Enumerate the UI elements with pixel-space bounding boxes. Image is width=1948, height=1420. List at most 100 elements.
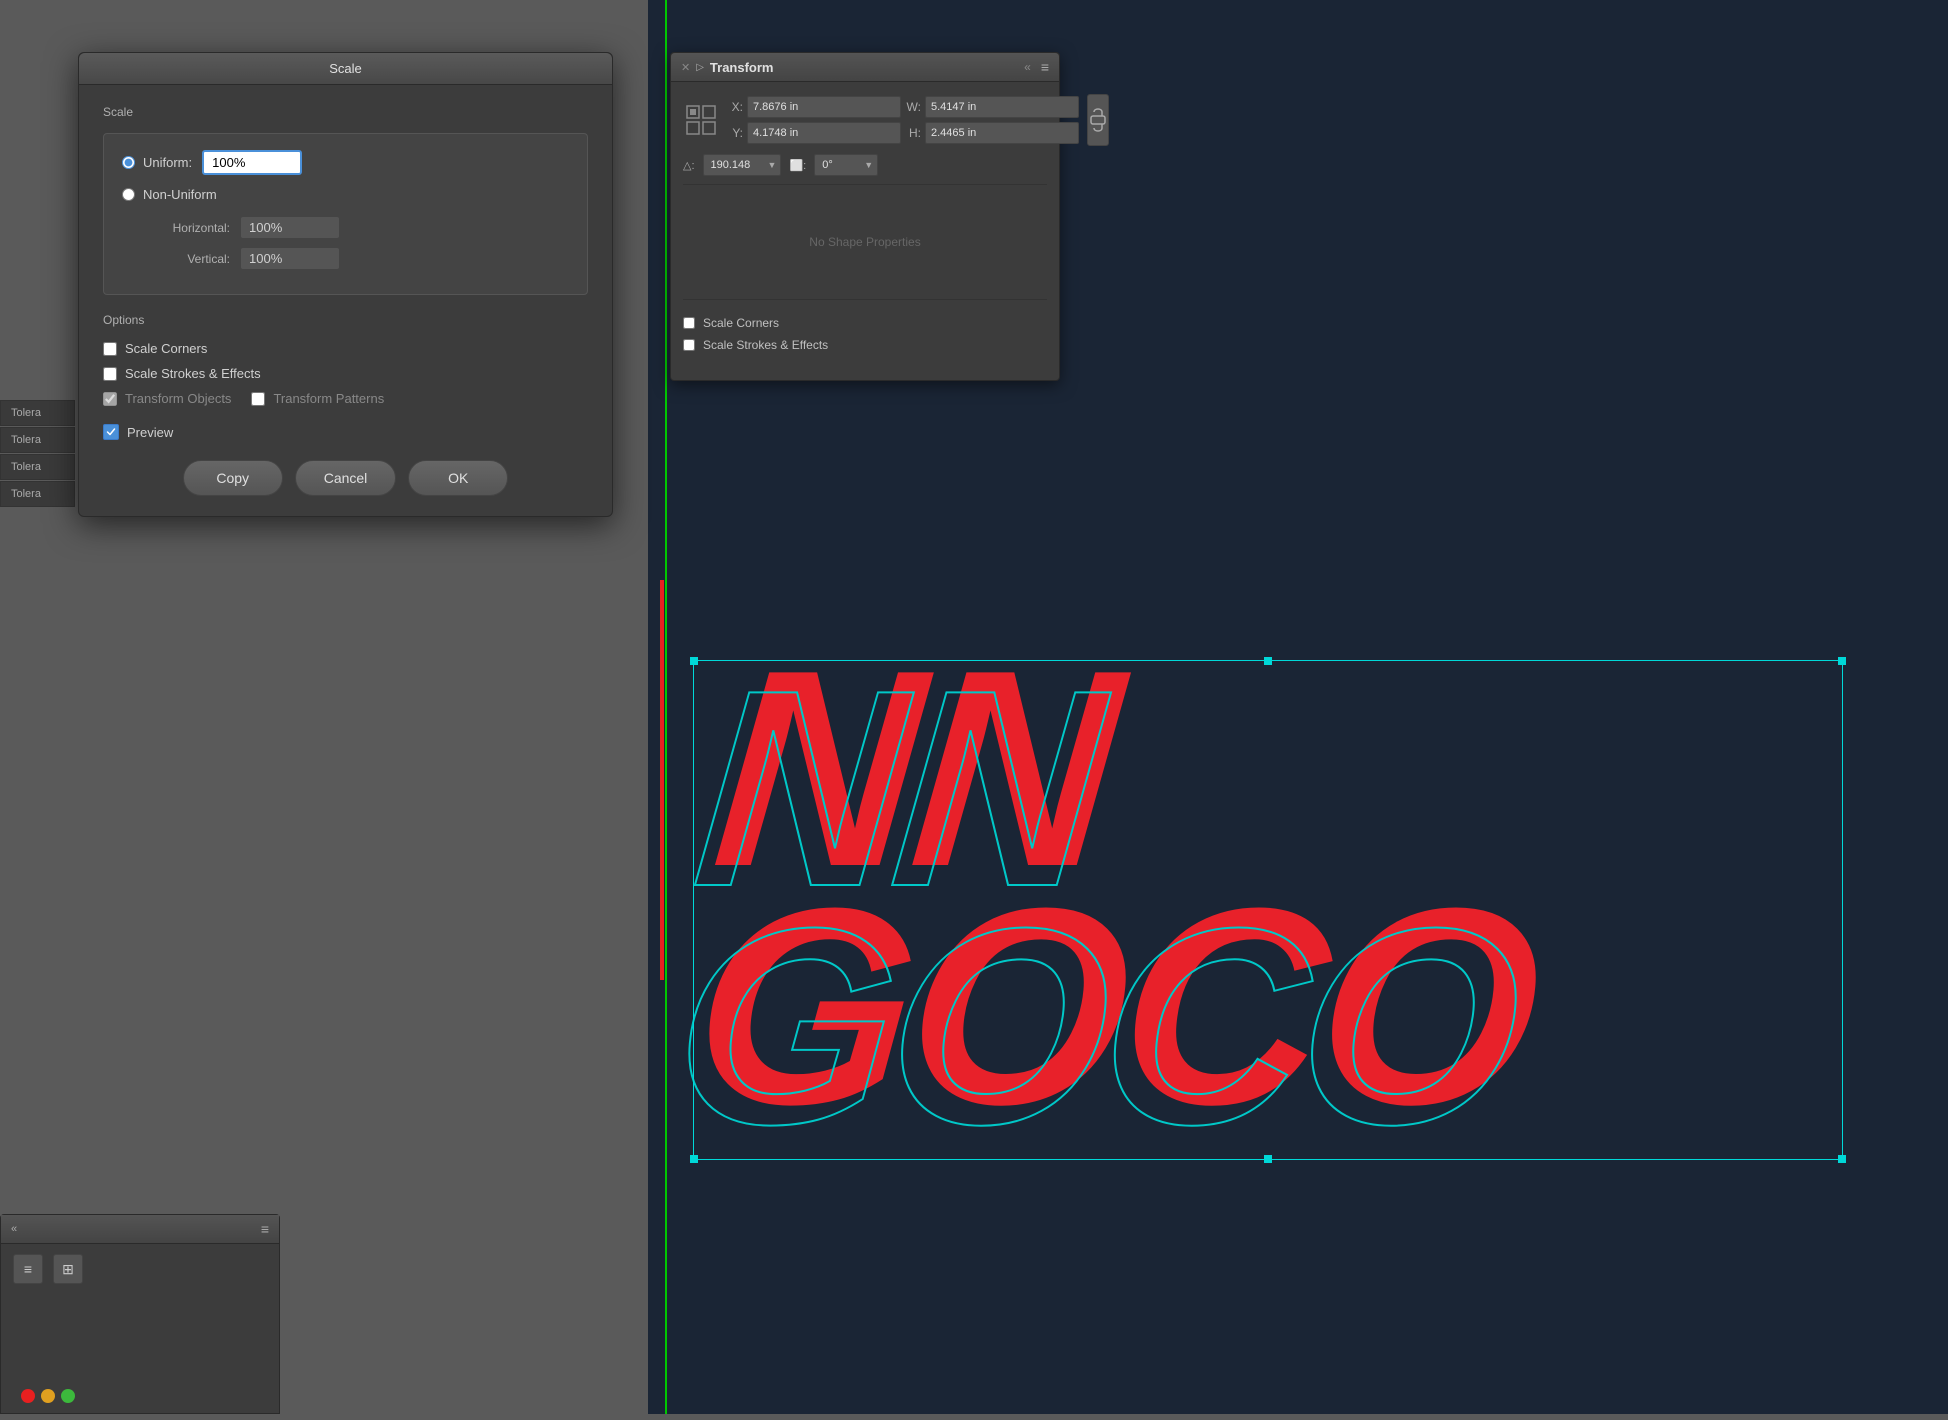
- scale-strokes-checkbox[interactable]: [103, 367, 117, 381]
- transform-objects-label: Transform Objects: [125, 391, 231, 406]
- list-view-button[interactable]: ≡: [13, 1254, 43, 1284]
- angle-icon: △:: [683, 159, 695, 172]
- scale-corners-row: Scale Corners: [103, 341, 588, 356]
- bottom-panel-menu-icon[interactable]: ≡: [261, 1221, 269, 1237]
- h-input[interactable]: [925, 122, 1079, 144]
- uniform-label: Uniform:: [143, 155, 192, 170]
- traffic-lights: [21, 1389, 75, 1403]
- preview-row: Preview: [103, 424, 588, 440]
- transform-objects-checkbox[interactable]: [103, 392, 117, 406]
- scale-section-label: Scale: [103, 105, 588, 119]
- grid-view-button[interactable]: ⊞: [53, 1254, 83, 1284]
- reference-point-icon[interactable]: [683, 102, 719, 138]
- non-uniform-row: Non-Uniform: [122, 187, 569, 202]
- scale-strokes-row: Scale Strokes & Effects: [103, 366, 588, 381]
- dialog-titlebar: Scale: [79, 53, 612, 85]
- panel-header-right: « ≡: [1024, 59, 1049, 75]
- panel-scale-strokes-row: Scale Strokes & Effects: [683, 338, 1047, 352]
- scale-corners-label: Scale Corners: [125, 341, 207, 356]
- transform-patterns-checkbox[interactable]: [251, 392, 265, 406]
- scale-strokes-label: Scale Strokes & Effects: [125, 366, 261, 381]
- bottom-panel-header: « ≡: [1, 1215, 279, 1244]
- artwork-text-outline: NNGOCO: [667, 670, 1544, 1146]
- x-label: X:: [727, 100, 743, 114]
- transform-objects-row: Transform Objects: [103, 391, 231, 406]
- dialog-body: Scale Uniform: Non-Uniform Horizontal: V…: [79, 85, 612, 516]
- collapse-icon[interactable]: «: [1024, 60, 1031, 74]
- panel-scale-corners-row: Scale Corners: [683, 316, 1047, 330]
- transform-options-row: Transform Objects Transform Patterns: [103, 391, 588, 406]
- transform-panel: ✕ ▷ Transform « ≡ X:: [670, 52, 1060, 381]
- tolerance-item-1[interactable]: Tolera: [0, 400, 75, 426]
- options-section: Options Scale Corners Scale Strokes & Ef…: [103, 313, 588, 406]
- shear-input-wrap: ▼: [814, 154, 878, 176]
- horizontal-input[interactable]: [240, 216, 340, 239]
- bottom-panel: « ≡ ≡ ⊞: [0, 1214, 280, 1414]
- transform-patterns-label: Transform Patterns: [273, 391, 384, 406]
- ok-button[interactable]: OK: [408, 460, 508, 496]
- angle-input[interactable]: [708, 155, 768, 175]
- angle-shear-row: △: ▼ ⬜: ▼: [683, 154, 1047, 176]
- scale-dialog: Scale Scale Uniform: Non-Uniform Horizon…: [78, 52, 613, 517]
- panel-scale-corners-checkbox[interactable]: [683, 317, 695, 329]
- non-uniform-label: Non-Uniform: [143, 187, 217, 202]
- artwork-area: NNGOCO NNGOCO: [648, 620, 1948, 1420]
- horizontal-row: Horizontal:: [122, 216, 569, 239]
- uniform-input[interactable]: [202, 150, 302, 175]
- vertical-input[interactable]: [240, 247, 340, 270]
- shear-icon: ⬜:: [789, 159, 806, 172]
- handle-br: [1838, 1155, 1846, 1163]
- handle-tl: [690, 657, 698, 665]
- bottom-panel-icons: ≡ ⊞: [1, 1244, 279, 1294]
- bottom-panel-collapse-icon[interactable]: «: [11, 1223, 17, 1235]
- xywh-grid: X: W: Y: H:: [727, 96, 1079, 144]
- panel-menu-icon[interactable]: ≡: [1041, 59, 1049, 75]
- panel-scale-strokes-label: Scale Strokes & Effects: [703, 338, 828, 352]
- transform-panel-header: ✕ ▷ Transform « ≡: [671, 53, 1059, 82]
- red-guide-line: [660, 580, 664, 980]
- panel-header-left: ✕ ▷ Transform: [681, 60, 774, 75]
- traffic-yellow: [41, 1389, 55, 1403]
- shear-input[interactable]: [819, 155, 864, 175]
- angle-dropdown-arrow[interactable]: ▼: [768, 160, 777, 170]
- copy-button[interactable]: Copy: [183, 460, 283, 496]
- tolerance-item-2[interactable]: Tolera: [0, 427, 75, 453]
- uniform-row: Uniform:: [122, 150, 569, 175]
- traffic-red: [21, 1389, 35, 1403]
- preview-label: Preview: [127, 425, 173, 440]
- scale-section: Uniform: Non-Uniform Horizontal: Vertica…: [103, 133, 588, 295]
- panel-scale-strokes-checkbox[interactable]: [683, 339, 695, 351]
- x-input[interactable]: [747, 96, 901, 118]
- panel-checkboxes: Scale Corners Scale Strokes & Effects: [683, 308, 1047, 368]
- vertical-guide-line: [665, 0, 667, 1414]
- constrain-proportions-button[interactable]: [1087, 94, 1109, 146]
- scale-corners-checkbox[interactable]: [103, 342, 117, 356]
- w-input[interactable]: [925, 96, 1079, 118]
- transform-patterns-row: Transform Patterns: [251, 391, 384, 406]
- angle-input-wrap: ▼: [703, 154, 782, 176]
- panel-expand-icon: ▷: [696, 62, 704, 73]
- uniform-radio[interactable]: [122, 156, 135, 169]
- w-label: W:: [905, 100, 921, 114]
- handle-tr: [1838, 657, 1846, 665]
- cancel-button[interactable]: Cancel: [295, 460, 397, 496]
- options-label: Options: [103, 313, 588, 327]
- vertical-label: Vertical:: [150, 252, 230, 266]
- traffic-green: [61, 1389, 75, 1403]
- horizontal-label: Horizontal:: [150, 221, 230, 235]
- button-row: Copy Cancel OK: [103, 460, 588, 496]
- transform-coords-row: X: W: Y: H:: [683, 94, 1047, 146]
- no-shape-properties: No Shape Properties: [683, 184, 1047, 300]
- close-x-icon[interactable]: ✕: [681, 61, 690, 74]
- transform-panel-title: Transform: [710, 60, 774, 75]
- y-input[interactable]: [747, 122, 901, 144]
- transform-panel-body: X: W: Y: H: △:: [671, 82, 1059, 380]
- vertical-row: Vertical:: [122, 247, 569, 270]
- shear-dropdown-arrow[interactable]: ▼: [864, 160, 873, 170]
- h-label: H:: [905, 126, 921, 140]
- non-uniform-radio[interactable]: [122, 188, 135, 201]
- tolerance-item-4[interactable]: Tolera: [0, 481, 75, 507]
- panel-scale-corners-label: Scale Corners: [703, 316, 779, 330]
- y-label: Y:: [727, 126, 743, 140]
- tolerance-item-3[interactable]: Tolera: [0, 454, 75, 480]
